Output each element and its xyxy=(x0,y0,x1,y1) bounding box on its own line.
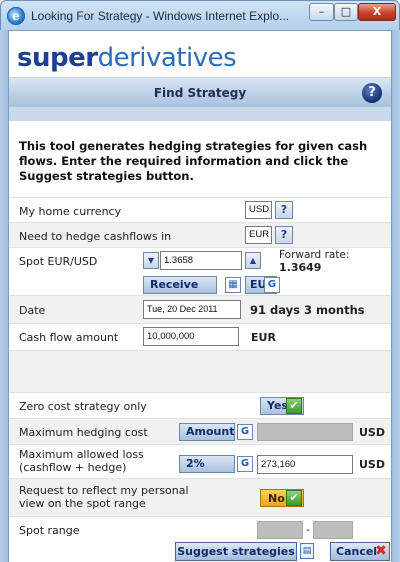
date-input[interactable]: Tue, 20 Dec 2011 xyxy=(143,300,241,319)
intro-text: This tool generates hedging strategies f… xyxy=(19,139,368,183)
spot-label: Spot EUR/USD xyxy=(19,255,98,268)
logo-bold: super xyxy=(17,43,98,73)
direction-select[interactable]: Receive xyxy=(143,276,217,294)
home-currency-label: My home currency xyxy=(19,205,122,218)
date-label: Date xyxy=(19,304,46,317)
cancel-button[interactable]: Cancel ✖ xyxy=(330,542,390,561)
header-subband xyxy=(9,107,391,121)
cash-flow-label: Cash flow amount xyxy=(19,331,119,344)
cash-flow-currency: EUR xyxy=(251,331,276,344)
row-hedge-currency: Need to hedge cashflows in EUR ? xyxy=(9,222,391,247)
document-icon[interactable]: ▤ xyxy=(300,543,314,559)
spot-range-low-input xyxy=(257,521,303,539)
hedge-currency-select[interactable]: EUR xyxy=(245,226,272,244)
logo-light: derivatives xyxy=(97,43,237,73)
zero-cost-label: Zero cost strategy only xyxy=(19,400,147,413)
personal-view-label-line1: Request to reflect my personal xyxy=(19,484,189,497)
direction-currency-refresh-icon[interactable]: G xyxy=(264,277,280,293)
window-title: Looking For Strategy - Windows Internet … xyxy=(31,9,290,23)
max-loss-mode-select[interactable]: 2% xyxy=(179,455,235,473)
page-content: superderivatives Find Strategy ? This to… xyxy=(8,30,392,562)
max-loss-label-line2: (cashflow + hedge) xyxy=(19,461,127,474)
zero-cost-toggle[interactable]: Yes ✔ xyxy=(260,397,304,415)
row-cash-flow: Cash flow amount 10,000,000 EUR xyxy=(9,323,391,350)
maximize-button[interactable]: □ xyxy=(334,3,358,21)
personal-view-value: No xyxy=(268,492,285,505)
forward-rate-value: 1.3649 xyxy=(279,261,322,274)
window-right-border xyxy=(392,30,400,562)
cash-flow-input[interactable]: 10,000,000 xyxy=(143,327,239,346)
row-max-loss: Maximum allowed loss (cashflow + hedge) … xyxy=(9,444,391,478)
home-currency-select[interactable]: USD xyxy=(245,201,272,219)
row-max-hedging-cost: Maximum hedging cost Amount G USD xyxy=(9,418,391,444)
row-actions: Suggest strategies ▤ Cancel ✖ xyxy=(9,542,391,562)
row-spacer xyxy=(9,350,391,392)
header-band: Find Strategy ? xyxy=(9,77,391,107)
page-title: Find Strategy xyxy=(153,86,247,100)
max-loss-label-line1: Maximum allowed loss xyxy=(19,448,144,461)
hedge-currency-label: Need to hedge cashflows in xyxy=(19,230,172,243)
home-currency-help-button[interactable]: ? xyxy=(275,201,293,219)
superderivatives-logo: superderivatives xyxy=(17,43,237,73)
date-days-value: 91 days 3 months xyxy=(250,303,365,317)
minimize-button[interactable]: – xyxy=(309,3,334,21)
calculator-icon[interactable]: ▦ xyxy=(225,277,241,293)
spot-rate-input[interactable]: 1.3658 xyxy=(160,251,242,270)
max-loss-input[interactable]: 273,160 xyxy=(257,455,353,474)
check-icon: ✔ xyxy=(286,490,302,506)
row-home-currency: My home currency USD ? xyxy=(9,197,391,222)
cancel-x-icon: ✖ xyxy=(375,543,387,559)
personal-view-toggle[interactable]: No ✔ xyxy=(260,489,304,507)
forward-rate-label: Forward rate: xyxy=(279,249,350,261)
max-hedging-cost-label: Maximum hedging cost xyxy=(19,426,148,439)
max-loss-refresh-icon[interactable]: G xyxy=(237,456,253,472)
cancel-label: Cancel xyxy=(336,545,378,558)
title-bar: e Looking For Strategy - Windows Interne… xyxy=(1,1,400,31)
hedging-cost-currency: USD xyxy=(359,426,385,439)
window-left-border xyxy=(0,30,8,562)
row-spot: Spot EUR/USD ▼ 1.3658 ▲ Forward rate: 1.… xyxy=(9,247,391,295)
max-loss-currency: USD xyxy=(359,458,385,471)
spot-range-label: Spot range xyxy=(19,524,80,537)
hedging-cost-input-disabled xyxy=(257,423,353,441)
internet-explorer-icon: e xyxy=(7,7,25,25)
spot-increase-button[interactable]: ▲ xyxy=(245,252,261,269)
help-icon[interactable]: ? xyxy=(362,83,382,103)
zero-cost-value: Yes xyxy=(267,399,288,412)
spot-range-separator: - xyxy=(306,523,310,536)
hedging-cost-refresh-icon[interactable]: G xyxy=(237,424,253,440)
hedging-cost-mode-select[interactable]: Amount xyxy=(179,423,235,441)
days-number: 91 xyxy=(250,303,267,317)
days-unit: days xyxy=(270,303,301,317)
row-date: Date Tue, 20 Dec 2011 91 days 3 months xyxy=(9,295,391,323)
close-button[interactable]: X xyxy=(358,3,396,21)
spot-range-high-input xyxy=(313,521,353,539)
suggest-strategies-button[interactable]: Suggest strategies xyxy=(175,542,297,561)
personal-view-label-line2: view on the spot range xyxy=(19,497,146,510)
row-zero-cost: Zero cost strategy only Yes ✔ xyxy=(9,392,391,418)
date-period: 3 months xyxy=(304,303,365,317)
spot-decrease-button[interactable]: ▼ xyxy=(143,252,159,269)
row-spot-range: Spot range - xyxy=(9,516,391,542)
check-icon: ✔ xyxy=(286,398,302,414)
hedge-currency-help-button[interactable]: ? xyxy=(275,226,293,244)
row-personal-view: Request to reflect my personal view on t… xyxy=(9,478,391,516)
